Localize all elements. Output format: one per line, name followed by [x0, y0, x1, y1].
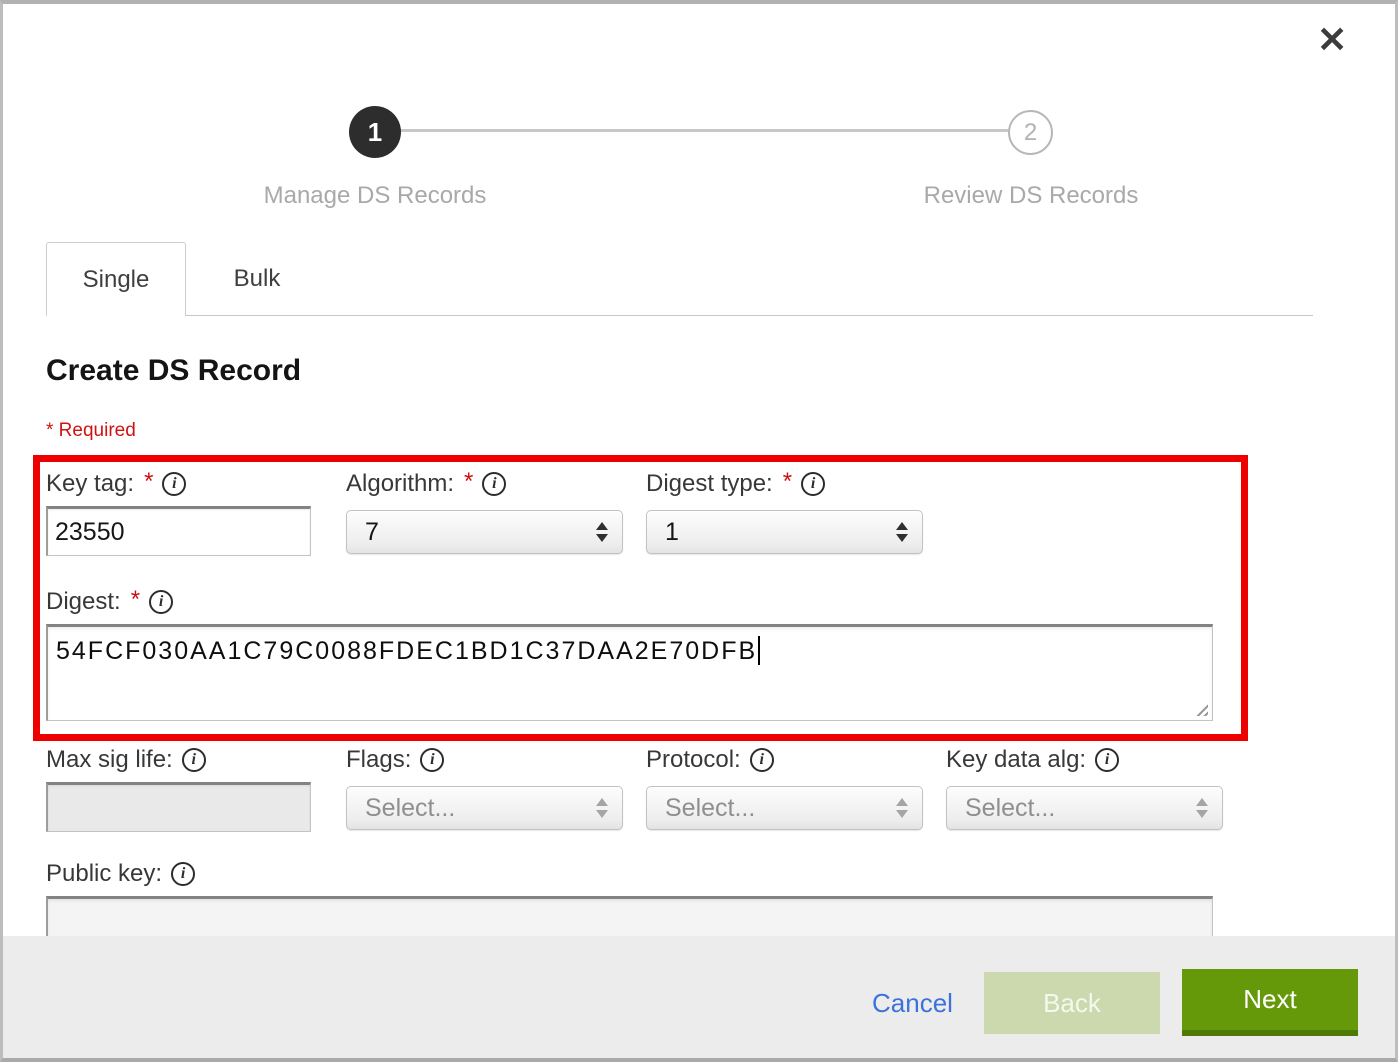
protocol-select[interactable]: Select... — [646, 786, 923, 830]
algorithm-label: Algorithm: * i — [346, 468, 623, 500]
info-icon[interactable]: i — [482, 472, 506, 496]
digest-type-select[interactable]: 1 — [646, 510, 923, 554]
field-algorithm: Algorithm: * i 7 — [346, 468, 623, 554]
key-data-alg-select-value: Select... — [965, 794, 1055, 823]
flags-label: Flags: i — [346, 744, 623, 776]
field-key-data-alg: Key data alg: i Select... — [946, 744, 1223, 830]
flags-select[interactable]: Select... — [346, 786, 623, 830]
info-icon[interactable]: i — [420, 748, 444, 772]
field-public-key: Public key: i — [46, 858, 1213, 948]
digest-label: Digest: * i — [46, 586, 1213, 618]
max-sig-life-label-text: Max sig life: — [46, 746, 173, 774]
protocol-select-value: Select... — [665, 794, 755, 823]
next-button[interactable]: Next — [1182, 969, 1358, 1036]
select-spinner-icon — [1196, 798, 1208, 818]
stepper-step-1-circle: 1 — [349, 106, 401, 158]
key-tag-input[interactable] — [46, 506, 311, 556]
select-spinner-icon — [596, 798, 608, 818]
text-caret — [758, 636, 760, 665]
select-spinner-icon — [596, 522, 608, 542]
max-sig-life-label: Max sig life: i — [46, 744, 311, 776]
info-icon[interactable]: i — [801, 472, 825, 496]
public-key-label: Public key: i — [46, 858, 1213, 890]
required-asterisk: * — [464, 468, 473, 496]
field-digest: Digest: * i 54FCF030AA1C79C0088FDEC1BD1C… — [46, 586, 1213, 721]
required-asterisk: * — [131, 586, 140, 614]
protocol-label-text: Protocol: — [646, 746, 741, 774]
info-icon[interactable]: i — [1095, 748, 1119, 772]
digest-textarea[interactable]: 54FCF030AA1C79C0088FDEC1BD1C37DAA2E70DFB — [46, 624, 1213, 721]
stepper-connector-line — [373, 129, 1031, 132]
max-sig-life-input — [46, 782, 311, 832]
field-digest-type: Digest type: * i 1 — [646, 468, 923, 554]
info-icon[interactable]: i — [149, 590, 173, 614]
info-icon[interactable]: i — [171, 862, 195, 886]
field-max-sig-life: Max sig life: i — [46, 744, 311, 832]
digest-type-label: Digest type: * i — [646, 468, 923, 500]
resize-handle[interactable] — [1193, 701, 1208, 716]
flags-select-value: Select... — [365, 794, 455, 823]
key-data-alg-label-text: Key data alg: — [946, 746, 1086, 774]
info-icon[interactable]: i — [182, 748, 206, 772]
required-asterisk: * — [783, 468, 792, 496]
digest-value: 54FCF030AA1C79C0088FDEC1BD1C37DAA2E70DFB — [56, 637, 757, 665]
select-spinner-icon — [896, 798, 908, 818]
create-ds-record-modal: ✕ 1 2 Manage DS Records Review DS Record… — [0, 0, 1398, 1062]
digest-label-text: Digest: — [46, 588, 121, 616]
digest-type-label-text: Digest type: — [646, 470, 773, 498]
key-data-alg-label: Key data alg: i — [946, 744, 1223, 776]
cancel-link[interactable]: Cancel — [872, 988, 953, 1019]
tab-single[interactable]: Single — [46, 242, 186, 316]
page-title: Create DS Record — [46, 354, 301, 388]
tab-underline — [186, 315, 1313, 316]
modal-footer: Cancel Back Next — [3, 936, 1395, 1058]
close-icon[interactable]: ✕ — [1317, 22, 1347, 58]
key-tag-label: Key tag: * i — [46, 468, 311, 500]
field-key-tag: Key tag: * i — [46, 468, 311, 556]
algorithm-select[interactable]: 7 — [346, 510, 623, 554]
info-icon[interactable]: i — [162, 472, 186, 496]
back-button[interactable]: Back — [984, 972, 1160, 1034]
algorithm-select-value: 7 — [365, 518, 379, 547]
protocol-label: Protocol: i — [646, 744, 923, 776]
tab-bulk[interactable]: Bulk — [186, 242, 328, 315]
required-note: * Required — [46, 420, 136, 442]
field-protocol: Protocol: i Select... — [646, 744, 923, 830]
field-flags: Flags: i Select... — [346, 744, 623, 830]
flags-label-text: Flags: — [346, 746, 411, 774]
stepper-step-2-label: Review DS Records — [871, 182, 1191, 210]
stepper-step-2-circle: 2 — [1008, 110, 1053, 155]
stepper-step-1-label: Manage DS Records — [215, 182, 535, 210]
required-asterisk: * — [144, 468, 153, 496]
select-spinner-icon — [896, 522, 908, 542]
info-icon[interactable]: i — [750, 748, 774, 772]
key-data-alg-select[interactable]: Select... — [946, 786, 1223, 830]
key-tag-label-text: Key tag: — [46, 470, 134, 498]
digest-type-select-value: 1 — [665, 518, 679, 547]
public-key-label-text: Public key: — [46, 860, 162, 888]
algorithm-label-text: Algorithm: — [346, 470, 454, 498]
